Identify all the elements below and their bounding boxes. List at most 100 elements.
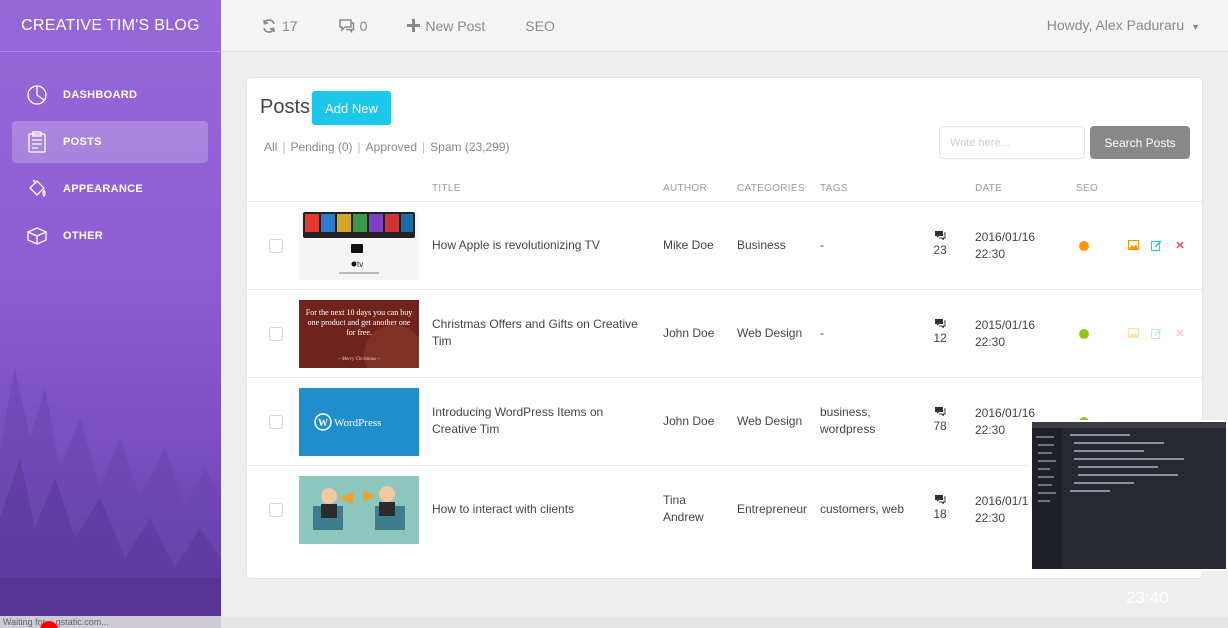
browser-status-text: Waiting for ...gstatic.com... [0,616,221,628]
comments-count[interactable]: 23 [933,229,947,257]
comments-count: 0 [359,17,368,34]
post-tags: customers, web [820,502,905,516]
column-header-date[interactable]: DATE [975,183,1002,194]
page-title: Posts [260,96,311,118]
post-author: John Doe [663,326,715,340]
sidebar-item-label: POSTS [63,136,102,148]
svg-text:~ Merry Christmas ~: ~ Merry Christmas ~ [338,357,381,362]
comment-icon [935,319,946,329]
row-checkbox[interactable] [269,239,283,253]
filter-pending[interactable]: Pending (0) [290,140,352,154]
post-author: Tina Andrew [663,493,704,524]
column-header-tags[interactable]: TAGS [820,183,848,194]
code-editor-preview-image [1032,422,1226,569]
post-time-value: 22:30 [975,247,1006,261]
delete-icon[interactable]: ✕ [1174,240,1186,252]
comment-icon [935,495,946,505]
sidebar-item-label: APPEARANCE [63,183,144,195]
column-header-author[interactable]: AUTHOR [663,183,707,194]
column-header-title[interactable]: TITLE [432,183,461,194]
seo-status-dot [1079,241,1089,251]
post-title[interactable]: Introducing WordPress Items on Creative … [432,404,647,438]
comments-count[interactable]: 12 [933,317,947,345]
seo-label: SEO [525,17,555,34]
post-thumbnail[interactable] [299,476,419,544]
post-title[interactable]: How to interact with clients [432,501,647,518]
post-thumbnail[interactable]: For the next 10 days you can buy one pro… [299,300,419,368]
post-thumbnail[interactable]: W WordPress [299,388,419,456]
post-time-value: 22:30 [975,423,1006,437]
filter-spam[interactable]: Spam (23,299) [430,140,509,154]
new-post-link[interactable]: New Post [407,18,485,34]
sidebar-item-label: DASHBOARD [63,89,138,101]
pie-chart-icon [26,84,48,106]
comment-icon [935,407,946,417]
plus-icon [407,19,421,32]
post-tags: - [820,238,824,252]
post-date-value: 2016/01/1 [975,494,1029,508]
search-posts-button[interactable]: Search Posts [1090,126,1190,159]
post-author: John Doe [663,414,715,428]
sidebar-item-posts[interactable]: POSTS [12,121,208,163]
post-tags: - [820,326,824,340]
seo-link[interactable]: SEO [525,18,555,34]
post-thumbnail[interactable]: tv [299,212,419,280]
user-greeting: Howdy, Alex Paduraru [1046,17,1185,33]
row-checkbox[interactable] [269,503,283,517]
row-checkbox[interactable] [269,415,283,429]
thumb-caption: For the next 10 days you can buy one pro… [305,308,413,337]
search-input[interactable] [939,126,1085,159]
row-checkbox[interactable] [269,327,283,341]
seo-status-dot [1079,329,1089,339]
caret-down-icon: ▼ [1191,22,1200,32]
wordpress-image: W WordPress [299,388,419,456]
user-menu[interactable]: Howdy, Alex Paduraru ▼ [1047,17,1200,33]
comments-number: 12 [933,331,947,345]
comments-count[interactable]: 78 [933,405,947,433]
image-icon[interactable] [1127,240,1139,252]
post-title[interactable]: Christmas Offers and Gifts on Creative T… [432,316,647,350]
paint-bucket-icon [26,178,48,200]
filter-separator: | [282,140,286,154]
refresh-icon [263,18,275,33]
post-date: 2016/01/16 22:30 [975,405,1035,439]
post-date-value: 2016/01/16 [975,230,1036,244]
column-header-categories[interactable]: CATEGORIES [737,183,805,194]
comments-count[interactable]: 18 [933,493,947,521]
brand-title[interactable]: CREATIVE TIM'S BLOG [0,0,221,52]
video-preview-thumbnail[interactable] [1030,420,1228,571]
comment-icon [935,231,946,241]
comment-icon [338,19,354,33]
clipboard-icon [26,131,48,153]
post-date-value: 2016/01/16 [975,406,1036,420]
edit-icon[interactable] [1150,328,1162,340]
post-date: 2016/01/16 22:30 [975,229,1035,263]
thumb-caption: WordPress [334,417,381,429]
comments-link[interactable]: 0 [338,17,368,34]
thumb-caption: tv [357,260,363,269]
post-title[interactable]: How Apple is revolutionizing TV [432,237,647,254]
comments-number: 23 [933,243,947,257]
delete-icon[interactable]: ✕ [1174,328,1186,340]
post-category: Entrepreneur [737,502,808,516]
table-row[interactable]: For the next 10 days you can buy one pro… [247,289,1202,377]
column-header-seo[interactable]: SEO [1076,183,1098,194]
sidebar-item-appearance[interactable]: APPEARANCE [12,168,208,210]
edit-icon[interactable] [1150,240,1162,252]
filter-approved[interactable]: Approved [366,140,417,154]
filter-all[interactable]: All [264,140,277,154]
post-category: Web Design [737,326,803,340]
updates-link[interactable]: 17 [261,18,298,34]
post-time-value: 22:30 [975,511,1006,525]
post-time-value: 22:30 [975,335,1006,349]
sidebar-item-dashboard[interactable]: DASHBOARD [12,74,208,116]
horizontal-scrollbar[interactable] [221,617,1228,628]
sidebar-item-label: OTHER [63,230,103,242]
image-icon[interactable] [1127,328,1139,340]
add-new-button[interactable]: Add New [312,91,391,125]
sidebar-item-other[interactable]: OTHER [12,215,208,257]
apple-tv-image: tv [299,212,419,280]
christmas-offer-image: For the next 10 days you can buy one pro… [299,300,419,368]
table-row[interactable]: tv How Apple is revolutionizing TV Mike … [247,201,1202,289]
box-icon [26,225,48,247]
